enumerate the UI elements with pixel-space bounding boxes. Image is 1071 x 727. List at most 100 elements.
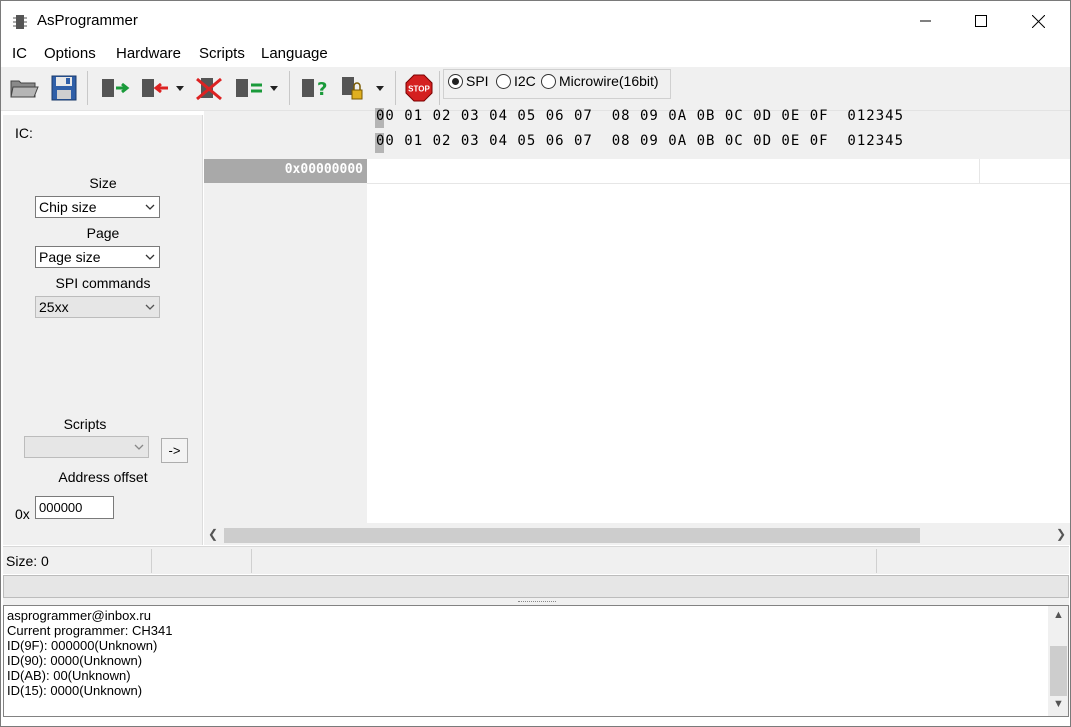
protocol-radio-group: SPI I2C Microwire(16bit): [443, 69, 671, 99]
toolbar: ? STOP SPI I2C Microwire(16bit): [1, 67, 1070, 111]
toolbar-separator: [289, 71, 290, 105]
scrollbar-thumb[interactable]: [224, 528, 920, 543]
log-lines: asprogrammer@inbox.ru Current programmer…: [7, 608, 172, 698]
log-line: ID(90): 0000(Unknown): [7, 653, 143, 668]
scripts-select[interactable]: [24, 436, 149, 458]
radio-selected-icon: [448, 73, 463, 89]
spi-label: SPI: [466, 73, 489, 89]
folder-open-icon: [10, 80, 39, 98]
chevron-down-icon: [145, 204, 155, 210]
minimize-button[interactable]: [897, 1, 955, 41]
ic-label: IC:: [15, 125, 33, 141]
close-button[interactable]: [1009, 1, 1067, 41]
menu-hardware[interactable]: Hardware: [116, 45, 181, 62]
maximize-button[interactable]: [952, 1, 1010, 41]
menu-language[interactable]: Language: [261, 45, 328, 62]
address-offset-input[interactable]: 000000: [35, 496, 114, 519]
minimize-icon: [920, 20, 931, 22]
menu-scripts[interactable]: Scripts: [199, 45, 245, 62]
open-file-button[interactable]: [7, 73, 41, 103]
size-select[interactable]: Chip size: [35, 196, 160, 218]
maximize-icon: [975, 15, 987, 27]
chip-lock-icon: [342, 77, 384, 100]
splitter-grip-icon: [518, 601, 556, 602]
erase-chip-button[interactable]: [191, 73, 227, 103]
scrollbar-thumb[interactable]: [1050, 646, 1067, 696]
horizontal-scrollbar[interactable]: ❮ ❯: [204, 524, 1070, 545]
status-separator: [151, 549, 152, 573]
stop-icon: STOP: [405, 74, 433, 102]
size-label: Size: [89, 175, 117, 191]
verify-chip-button[interactable]: [231, 73, 283, 103]
page-label: Page: [86, 225, 120, 241]
grid-line: [367, 183, 1070, 184]
address-prefix: 0x: [15, 506, 30, 522]
spi-radio[interactable]: SPI: [448, 73, 489, 89]
i2c-label: I2C: [514, 73, 536, 89]
chip-verify-icon: [236, 79, 278, 97]
svg-text:?: ?: [317, 79, 327, 100]
size-status: Size: 0: [6, 553, 49, 569]
radio-unselected-icon: [541, 73, 556, 89]
close-icon: [1031, 14, 1045, 28]
menu-bar: IC Options Hardware Scripts Language: [1, 41, 1070, 67]
hex-editor: 00 01 02 03 04 05 06 07 08 09 0A 0B 0C 0…: [204, 108, 1070, 545]
address-offset-label: Address offset: [58, 469, 148, 485]
status-separator: [251, 549, 252, 573]
app-window: AsProgrammer IC Options Hardware Scripts…: [0, 0, 1071, 727]
scroll-left-icon[interactable]: ❮: [208, 527, 218, 541]
menu-options[interactable]: Options: [44, 45, 96, 62]
toolbar-separator: [395, 71, 396, 105]
toolbar-separator: [439, 71, 440, 105]
run-script-button[interactable]: ->: [161, 438, 188, 463]
hex-header-row: 00 01 02 03 04 05 06 07 08 09 0A 0B 0C 0…: [376, 133, 905, 149]
read-id-button[interactable]: ?: [297, 73, 333, 103]
spi-commands-label: SPI commands: [55, 275, 151, 291]
chip-write-arrow-icon: [142, 79, 184, 97]
log-output[interactable]: asprogrammer@inbox.ru Current programmer…: [3, 605, 1069, 717]
hex-column-header: 00 01 02 03 04 05 06 07 08 09 0A 0B 0C 0…: [204, 108, 1070, 159]
chip-read-arrow-icon: [102, 79, 130, 97]
hex-data-grid[interactable]: [367, 159, 1070, 523]
spi-commands-select[interactable]: 25xx: [35, 296, 160, 318]
scroll-down-icon[interactable]: ▼: [1053, 698, 1064, 710]
panel-splitter[interactable]: [3, 598, 1069, 605]
radio-unselected-icon: [496, 73, 511, 89]
page-select-value: Page size: [39, 249, 101, 265]
log-line: ID(AB): 00(Unknown): [7, 668, 131, 683]
scripts-label: Scripts: [63, 416, 107, 432]
microwire-radio[interactable]: Microwire(16bit): [541, 73, 659, 89]
i2c-radio[interactable]: I2C: [496, 73, 536, 89]
menu-ic[interactable]: IC: [12, 45, 27, 62]
log-line: Current programmer: CH341: [7, 623, 173, 638]
log-line: ID(15): 0000(Unknown): [7, 683, 143, 698]
vertical-scrollbar[interactable]: ▲ ▼: [1048, 606, 1068, 716]
chip-settings-panel: IC: Size Chip size Page Page size SPI co…: [3, 115, 203, 545]
grid-line: [979, 159, 980, 183]
read-chip-button[interactable]: [97, 73, 133, 103]
microwire-label: Microwire(16bit): [559, 73, 659, 89]
progress-bar: [3, 575, 1069, 598]
status-bar: Size: 0: [3, 546, 1069, 574]
window-title: AsProgrammer: [37, 12, 138, 29]
address-column: [204, 183, 367, 523]
write-chip-button[interactable]: [137, 73, 187, 103]
chip-question-icon: ?: [302, 79, 327, 100]
page-select[interactable]: Page size: [35, 246, 160, 268]
stop-button[interactable]: STOP: [403, 73, 435, 103]
log-line: asprogrammer@inbox.ru: [7, 608, 151, 623]
chip-icon: [13, 15, 27, 29]
address-cell: 0x00000000: [204, 159, 367, 183]
lock-chip-button[interactable]: [337, 73, 389, 103]
hex-header-row: 00 01 02 03 04 05 06 07 08 09 0A 0B 0C 0…: [376, 108, 905, 124]
chevron-down-icon: [145, 304, 155, 310]
toolbar-separator: [87, 71, 88, 105]
status-separator: [876, 549, 877, 573]
scroll-right-icon[interactable]: ❯: [1056, 527, 1066, 541]
log-line: ID(9F): 000000(Unknown): [7, 638, 158, 653]
spi-commands-value: 25xx: [39, 299, 69, 315]
save-file-button[interactable]: [47, 73, 81, 103]
scroll-up-icon[interactable]: ▲: [1053, 609, 1064, 621]
size-select-value: Chip size: [39, 199, 97, 215]
stop-label: STOP: [408, 85, 430, 94]
